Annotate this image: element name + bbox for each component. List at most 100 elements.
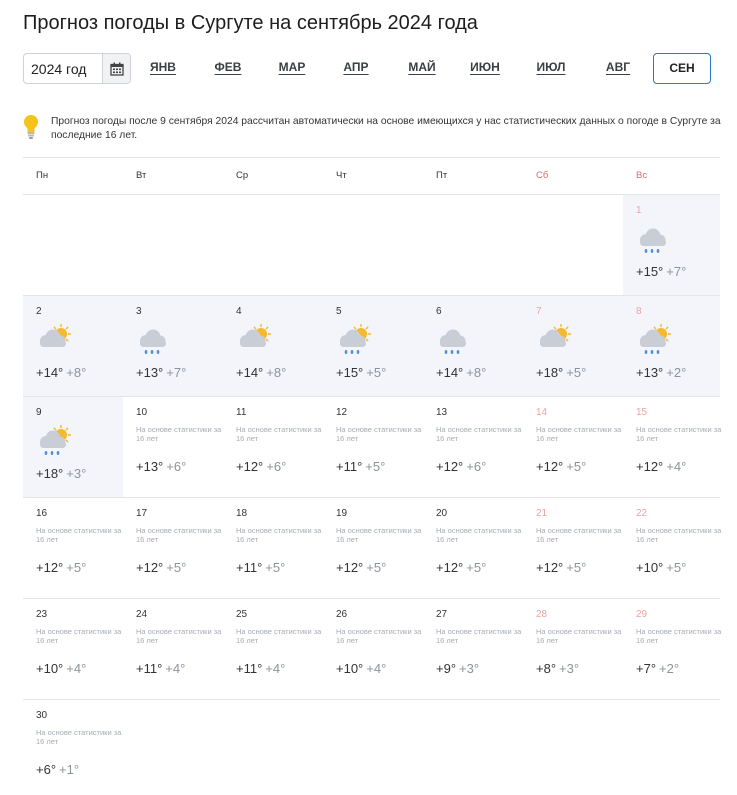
month-tab-6[interactable]: ИЮН [453, 53, 517, 84]
temp-max: +11° [136, 661, 163, 676]
temp-max: +11° [336, 459, 363, 474]
calendar-day-cell[interactable]: 26 На основе статистики за 16 лет +10° +4° [323, 599, 423, 699]
calendar-day-cell[interactable]: 13 На основе статистики за 16 лет +12° +6° [423, 397, 523, 497]
calendar-day-cell [523, 700, 623, 795]
calendar-day-cell[interactable]: 22 На основе статистики за 16 лет +10° +5° [623, 498, 721, 598]
month-tab-4[interactable]: АПР [325, 53, 387, 84]
temperature-range: +9° +3° [436, 661, 479, 676]
temp-max: +15° [336, 365, 364, 380]
month-tab-9[interactable]: СЕН [653, 53, 711, 84]
statistics-note: На основе статистики за 16 лет [436, 425, 522, 443]
temp-min: +4° [66, 661, 87, 676]
month-tabs: ЯНВФЕВМАРАПРМАЙИЮНИЮЛАВГСЕН С [131, 53, 737, 84]
statistics-note: На основе статистики за 16 лет [436, 627, 522, 645]
temperature-range: +8° +3° [536, 661, 579, 676]
calendar-day-cell[interactable]: 2 +14° +8° [23, 296, 123, 396]
calendar-day-cell[interactable]: 12 На основе статистики за 16 лет +11° +5° [323, 397, 423, 497]
statistics-note: На основе статистики за 16 лет [236, 627, 322, 645]
calendar-day-cell[interactable]: 21 На основе статистики за 16 лет +12° +5° [523, 498, 623, 598]
temp-max: +14° [436, 365, 464, 380]
calendar-day-cell [123, 195, 223, 295]
temperature-range: +12° +6° [236, 459, 286, 474]
calendar-day-cell [423, 195, 523, 295]
statistics-note: На основе статистики за 16 лет [336, 526, 422, 544]
temperature-range: +12° +5° [136, 560, 186, 575]
calendar-day-cell[interactable]: 23 На основе статистики за 16 лет +10° +4° [23, 599, 123, 699]
day-number: 3 [136, 306, 142, 317]
cloud-rain-icon [634, 223, 674, 257]
year-selector[interactable]: 2024 год [23, 53, 131, 84]
calendar-day-cell[interactable]: 11 На основе статистики за 16 лет +12° +6° [223, 397, 323, 497]
year-value: 2024 год [31, 60, 87, 77]
temp-min: +4° [666, 459, 687, 474]
weekday-3: Ср [236, 170, 249, 181]
partly-cloudy-icon [34, 323, 74, 358]
calendar-day-cell[interactable]: 5 +15° +5° [323, 296, 423, 396]
month-tab-2[interactable]: ФЕВ [197, 53, 259, 84]
temp-min: +2° [666, 365, 687, 380]
temp-max: +12° [436, 560, 464, 575]
month-tab-5[interactable]: МАЙ [391, 53, 453, 84]
temp-min: +1° [59, 762, 80, 777]
calendar-day-cell[interactable]: 27 На основе статистики за 16 лет +9° +3° [423, 599, 523, 699]
temp-min: +5° [566, 365, 587, 380]
calendar-day-cell[interactable]: 1 +15° +7° [623, 195, 720, 295]
day-number: 5 [336, 306, 342, 317]
temp-max: +12° [536, 459, 564, 474]
day-number: 13 [436, 407, 448, 418]
calendar-day-cell[interactable]: 24 На основе статистики за 16 лет +11° +4° [123, 599, 223, 699]
month-tab-1[interactable]: ЯНВ [131, 53, 195, 84]
temperature-range: +12° +4° [636, 459, 686, 474]
calendar-day-cell[interactable]: 15 На основе статистики за 16 лет +12° +4° [623, 397, 721, 497]
calendar-day-cell[interactable]: 17 На основе статистики за 16 лет +12° +5° [123, 498, 223, 598]
month-tab-3[interactable]: МАР [261, 53, 323, 84]
calendar-day-cell[interactable]: 25 На основе статистики за 16 лет +11° +4° [223, 599, 323, 699]
statistics-note: На основе статистики за 16 лет [136, 627, 222, 645]
weekday-4: Чт [336, 170, 347, 181]
month-tab-8[interactable]: АВГ [587, 53, 649, 84]
calendar-day-cell[interactable]: 10 На основе статистики за 16 лет +13° +6° [123, 397, 223, 497]
calendar-day-cell[interactable]: 8 +13° +2° [623, 296, 720, 396]
week-row: 16 На основе статистики за 16 лет +12° +5° 1… [23, 498, 721, 599]
temp-min: +7° [666, 264, 687, 279]
calendar-day-cell[interactable]: 16 На основе статистики за 16 лет +12° +5° [23, 498, 123, 598]
statistics-note: На основе статистики за 16 лет [636, 526, 722, 544]
week-row: 23 На основе статистики за 16 лет +10° +4° 2… [23, 599, 721, 700]
partly-cloudy-icon [234, 323, 274, 358]
day-number: 22 [636, 508, 648, 519]
lightbulb-icon [23, 114, 39, 140]
month-tab-10[interactable]: С [729, 53, 737, 84]
statistics-note: На основе статистики за 16 лет [536, 526, 622, 544]
calendar-day-cell[interactable]: 29 На основе статистики за 16 лет +7° +2° [623, 599, 721, 699]
day-number: 23 [36, 609, 48, 620]
calendar-day-cell [623, 700, 720, 795]
calendar-day-cell[interactable]: 3 +13° +7° [123, 296, 223, 396]
temperature-range: +13° +2° [636, 365, 686, 380]
calendar-day-cell[interactable]: 4 +14° +8° [223, 296, 323, 396]
calendar-day-cell[interactable]: 6 +14° +8° [423, 296, 523, 396]
week-row: 2 +14° +8° 3 +13° +7° 4 +14° +8° 5 +15° +5° 6 +14° +8°… [23, 296, 720, 397]
calendar-day-cell[interactable]: 7 +18° +5° [523, 296, 623, 396]
temperature-range: +18° +5° [536, 365, 586, 380]
calendar-day-cell[interactable]: 18 На основе статистики за 16 лет +11° +5° [223, 498, 323, 598]
calendar-day-cell[interactable]: 30 На основе статистики за 16 лет +6° +1° [23, 700, 123, 795]
temperature-range: +12° +5° [536, 560, 586, 575]
calendar-icon[interactable] [102, 54, 130, 83]
temp-max: +18° [36, 466, 64, 481]
partly-cloudy-rain-icon [334, 323, 374, 358]
weekday-header: Пн Вт Ср Чт Пт Сб Вс [23, 157, 720, 195]
day-number: 26 [336, 609, 348, 620]
calendar-day-cell[interactable]: 9 +18° +3° [23, 397, 123, 497]
temp-max: +11° [236, 661, 263, 676]
temp-min: +3° [459, 661, 480, 676]
day-number: 24 [136, 609, 148, 620]
calendar-day-cell[interactable]: 19 На основе статистики за 16 лет +12° +5° [323, 498, 423, 598]
weekday-2: Вт [136, 170, 147, 181]
temp-max: +18° [536, 365, 564, 380]
calendar-day-cell[interactable]: 28 На основе статистики за 16 лет +8° +3° [523, 599, 623, 699]
statistics-note: На основе статистики за 16 лет [36, 728, 122, 746]
calendar-day-cell[interactable]: 14 На основе статистики за 16 лет +12° +5° [523, 397, 623, 497]
calendar-day-cell[interactable]: 20 На основе статистики за 16 лет +12° +5° [423, 498, 523, 598]
temperature-range: +10° +4° [336, 661, 386, 676]
month-tab-7[interactable]: ИЮЛ [519, 53, 583, 84]
